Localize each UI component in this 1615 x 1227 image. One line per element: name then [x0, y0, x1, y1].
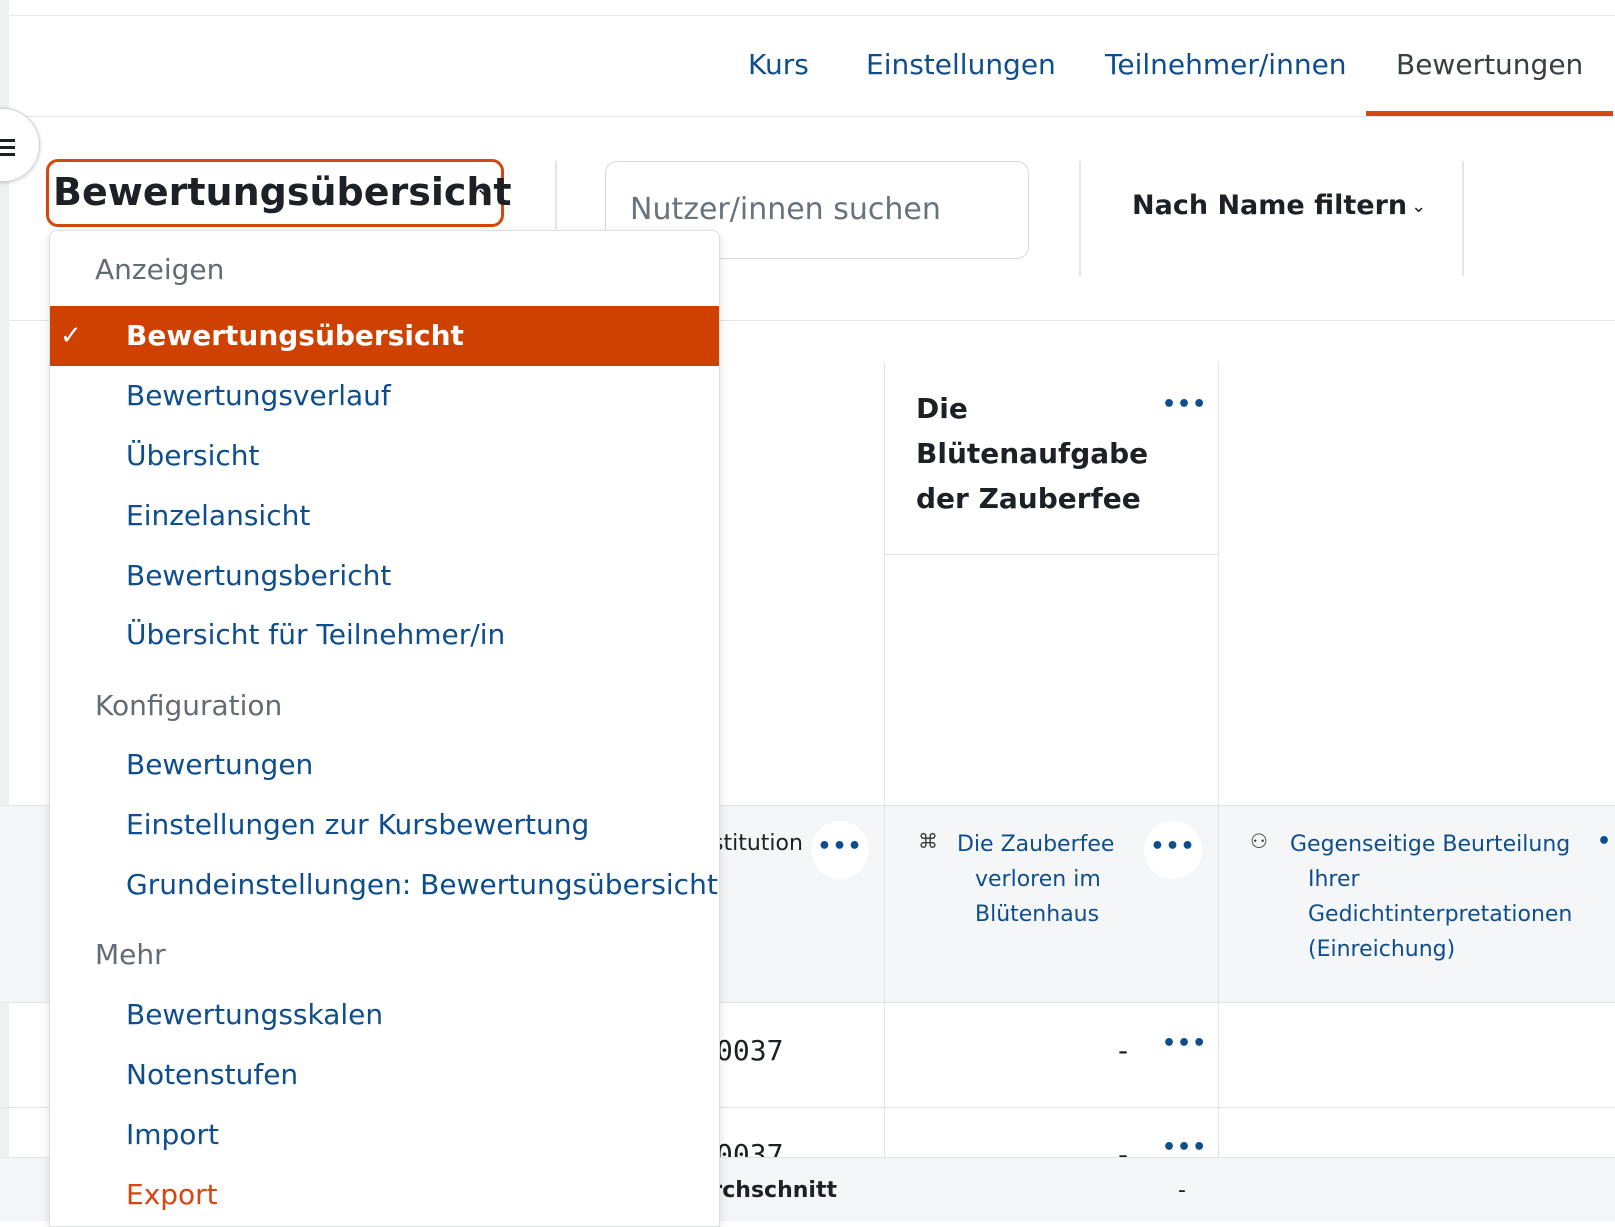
cell-actions-menu[interactable]: ••• [1162, 1031, 1207, 1056]
toolbar-separator [1462, 161, 1464, 276]
report-selector-button[interactable]: Bewertungsübersicht ⌄ [46, 159, 512, 227]
row-1-institution-cell: 0037 [716, 1034, 784, 1067]
row-divider [884, 554, 1218, 555]
column-divider [884, 362, 885, 1220]
column-header-gegenseitige-beurteilung[interactable]: Gegenseitige Beurteilung Ihrer Gedichtin… [1290, 827, 1572, 967]
menu-item-export[interactable]: Export [50, 1165, 719, 1225]
average-row-value: - [1178, 1178, 1186, 1203]
menu-item-bewertungen[interactable]: Bewertungen [50, 735, 719, 795]
toolbar-separator [555, 161, 557, 229]
tab-einstellungen[interactable]: Einstellungen [866, 16, 1056, 116]
tab-kurs[interactable]: Kurs [748, 16, 809, 116]
column-header-line: Gedichtinterpretationen [1308, 902, 1573, 927]
menu-header-anzeigen: Anzeigen [95, 253, 225, 286]
column-header-line: (Einreichung) [1308, 937, 1456, 962]
column-header-line: Die Zauberfee [957, 832, 1115, 857]
column-header-line: Gegenseitige Beurteilung [1290, 832, 1571, 857]
menu-item-uebersicht[interactable]: Übersicht [50, 426, 719, 486]
column-divider [1218, 362, 1219, 1220]
report-selector-label: Bewertungsübersicht [53, 170, 512, 214]
check-icon: ✓ [60, 321, 82, 351]
category-title: Die Blütenaufgabe der Zauberfee [916, 392, 1149, 515]
drawer-toggle-button[interactable] [0, 108, 40, 182]
column-header-line: Ihrer [1308, 867, 1360, 892]
report-dropdown-menu: Anzeigen ✓ Bewertungsübersicht Bewertung… [49, 230, 720, 1227]
chevron-down-icon: ⌄ [1411, 196, 1427, 217]
chevron-down-icon: ⌄ [474, 176, 493, 201]
toolbar-separator [1079, 161, 1081, 276]
menu-item-bewertungsuebersicht[interactable]: ✓ Bewertungsübersicht [50, 306, 719, 366]
tab-bewertungen[interactable]: Bewertungen [1365, 16, 1614, 116]
workshop-icon: ⌘ [918, 829, 938, 853]
menu-item-bewertungsverlauf[interactable]: Bewertungsverlauf [50, 366, 719, 426]
column-actions-menu[interactable]: ••• [1597, 829, 1615, 854]
menu-item-einstellungen-kursbewertung[interactable]: Einstellungen zur Kursbewertung [50, 795, 719, 855]
menu-item-notenstufen[interactable]: Notenstufen [50, 1045, 719, 1105]
tab-teilnehmer[interactable]: Teilnehmer/innen [1105, 16, 1347, 116]
menu-item-uebersicht-teilnehmer[interactable]: Übersicht für Teilnehmer/in [50, 605, 719, 665]
menu-header-konfiguration: Konfiguration [95, 689, 283, 722]
column-header-line: verloren im [975, 867, 1101, 892]
menu-header-mehr: Mehr [95, 938, 166, 971]
menu-item-bewertungsskalen[interactable]: Bewertungsskalen [50, 985, 719, 1045]
menu-item-import[interactable]: Import [50, 1105, 719, 1165]
name-filter-button[interactable]: Nach Name filtern ⌄ [1132, 190, 1426, 221]
name-filter-label: Nach Name filtern [1132, 190, 1408, 221]
menu-item-einzelansicht[interactable]: Einzelansicht [50, 486, 719, 546]
row-1-grade-cell[interactable]: - [1118, 1034, 1128, 1067]
secondary-navigation: Kurs Einstellungen Teilnehmer/innen Bewe… [9, 16, 1615, 117]
menu-item-grundeinstellungen[interactable]: Grundeinstellungen: Bewertungsübersicht [50, 855, 719, 915]
hamburger-icon [0, 146, 15, 149]
peer-assessment-icon: ⚇ [1250, 829, 1268, 853]
category-actions-menu[interactable]: ••• [1162, 392, 1207, 417]
column-header-zauberfee[interactable]: Die Zauberfee verloren im Blütenhaus [957, 827, 1114, 932]
column-header-line: Blütenhaus [975, 902, 1100, 927]
search-placeholder: Nutzer/innen suchen [630, 192, 941, 227]
institution-actions-menu[interactable]: ••• [811, 821, 869, 879]
column-actions-menu[interactable]: ••• [1144, 821, 1202, 879]
menu-item-label: Bewertungsübersicht [126, 319, 464, 352]
institution-column-header[interactable]: stitution [712, 826, 803, 861]
menu-item-bewertungsbericht[interactable]: Bewertungsbericht [50, 546, 719, 606]
